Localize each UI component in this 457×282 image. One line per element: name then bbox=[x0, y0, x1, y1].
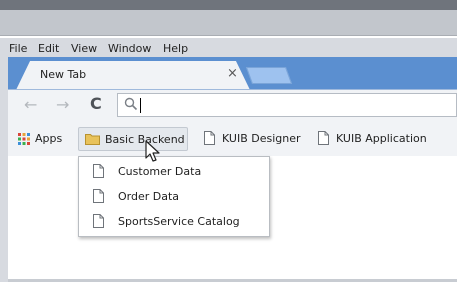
desktop-top-strip bbox=[0, 0, 457, 36]
tab-new-tab[interactable]: New Tab × bbox=[16, 61, 250, 90]
menu-file[interactable]: File bbox=[9, 42, 27, 55]
back-arrow-icon[interactable]: ← bbox=[24, 95, 37, 114]
menu-item-customer-data[interactable]: Customer Data bbox=[79, 160, 269, 183]
bookmark-folder-basic-backend[interactable]: Basic Backend bbox=[78, 127, 188, 151]
page-icon bbox=[93, 214, 104, 228]
menubar: File Edit View Window Help bbox=[0, 37, 457, 57]
menu-item-sportsservice-catalog[interactable]: SportsService Catalog bbox=[79, 210, 269, 233]
apps-grid-icon bbox=[18, 133, 30, 145]
close-icon[interactable]: × bbox=[227, 66, 238, 81]
bookmark-folder-menu: Customer Data Order Data SportsService C… bbox=[78, 156, 270, 237]
window-left-edge bbox=[0, 57, 8, 282]
bookmarks-bar: Apps Basic Backend KUIB Designer KUIB Ap… bbox=[8, 127, 457, 151]
forward-arrow-icon[interactable]: → bbox=[56, 95, 69, 114]
page-icon bbox=[318, 131, 329, 145]
bookmark-kuib-designer[interactable]: KUIB Designer bbox=[204, 127, 310, 151]
page-icon bbox=[93, 189, 104, 203]
search-icon bbox=[124, 97, 138, 111]
page-icon bbox=[204, 131, 215, 145]
screen: File Edit View Window Help New Tab × ← →… bbox=[0, 0, 457, 282]
bookmark-apps[interactable]: Apps bbox=[18, 127, 72, 151]
menu-window[interactable]: Window bbox=[108, 42, 151, 55]
address-bar[interactable] bbox=[117, 93, 457, 117]
desktop-shade bbox=[0, 0, 457, 10]
page-icon bbox=[93, 164, 104, 178]
menu-item-order-data[interactable]: Order Data bbox=[79, 185, 269, 208]
tab-title: New Tab bbox=[40, 68, 87, 81]
menu-item-label: SportsService Catalog bbox=[118, 215, 240, 228]
menu-item-label: Order Data bbox=[118, 190, 180, 203]
bookmark-kuib-designer-label: KUIB Designer bbox=[222, 132, 301, 145]
text-caret bbox=[140, 98, 141, 113]
window-titlebar bbox=[0, 10, 457, 36]
menu-view[interactable]: View bbox=[71, 42, 97, 55]
menu-edit[interactable]: Edit bbox=[38, 42, 59, 55]
new-tab-button[interactable] bbox=[245, 67, 293, 84]
bookmark-kuib-application[interactable]: KUIB Application bbox=[318, 127, 438, 151]
reload-icon[interactable]: C bbox=[90, 94, 102, 113]
mouse-pointer-icon bbox=[145, 140, 160, 162]
folder-icon bbox=[85, 134, 100, 145]
browser-toolbar: ← → C Apps Basic Backend KUIB Designer K… bbox=[8, 89, 457, 156]
bookmark-kuib-application-label: KUIB Application bbox=[336, 132, 427, 145]
menu-item-label: Customer Data bbox=[118, 165, 202, 178]
menu-help[interactable]: Help bbox=[163, 42, 188, 55]
bookmark-apps-label: Apps bbox=[35, 132, 63, 145]
